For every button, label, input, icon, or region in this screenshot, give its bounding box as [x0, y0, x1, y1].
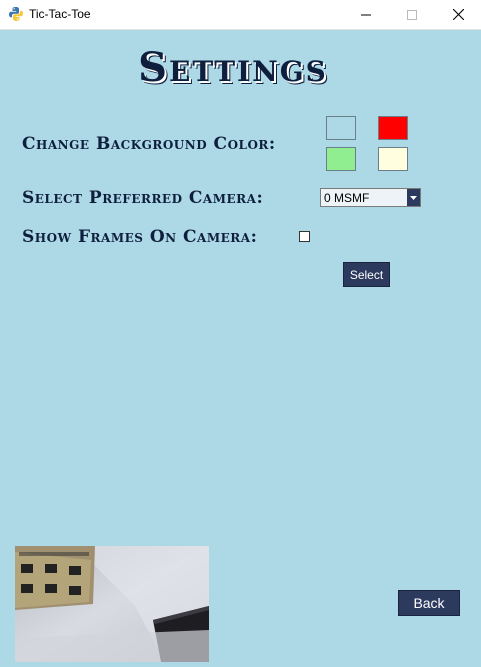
- page-title: Settings: [138, 44, 328, 91]
- close-icon: [452, 9, 464, 20]
- minimize-icon: [361, 14, 371, 15]
- minimize-button[interactable]: [343, 0, 389, 29]
- camera-label: Select Preferred Camera:: [22, 188, 264, 208]
- show-frames-checkbox[interactable]: [299, 231, 310, 242]
- camera-frame-image: [15, 546, 209, 662]
- color-swatch-light-blue[interactable]: [326, 116, 356, 140]
- window-title: Tic-Tac-Toe: [29, 7, 91, 21]
- select-camera-button[interactable]: Select: [343, 262, 390, 287]
- window-title-bar: Tic-Tac-Toe: [0, 0, 481, 30]
- background-color-label: Change Background Color:: [22, 134, 276, 154]
- camera-preview: [15, 546, 209, 662]
- back-button[interactable]: Back: [398, 590, 460, 616]
- close-button[interactable]: [435, 0, 481, 29]
- color-swatch-light-yellow[interactable]: [378, 147, 408, 171]
- show-frames-label: Show Frames On Camera:: [22, 227, 258, 247]
- color-swatch-light-green[interactable]: [326, 147, 356, 171]
- maximize-button[interactable]: [389, 0, 435, 29]
- maximize-icon: [407, 9, 417, 20]
- camera-select[interactable]: 0 MSMF: [320, 188, 421, 207]
- settings-panel: Settings Change Background Color: Select…: [0, 30, 481, 667]
- chevron-down-icon[interactable]: [407, 189, 420, 206]
- color-swatch-red[interactable]: [378, 116, 408, 140]
- camera-select-value: 0 MSMF: [324, 191, 370, 205]
- python-icon: [9, 7, 23, 21]
